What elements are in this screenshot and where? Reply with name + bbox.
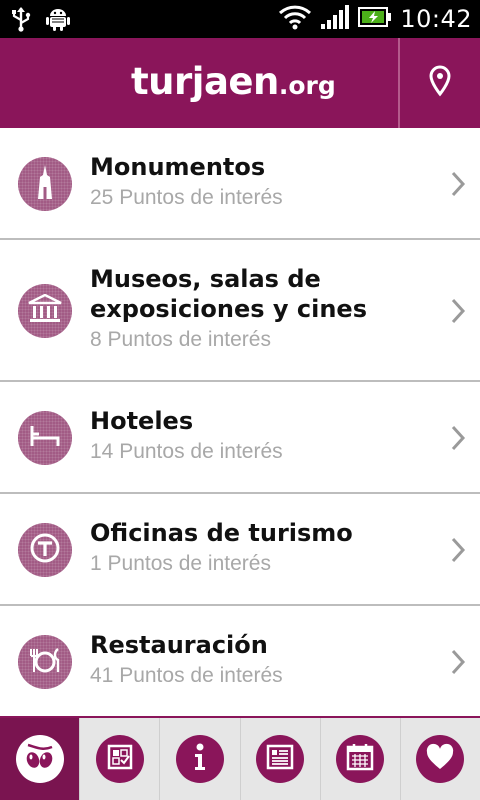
map-pin-icon bbox=[428, 65, 452, 101]
olives-icon bbox=[22, 741, 58, 777]
chevron-right-icon bbox=[451, 425, 466, 451]
chevron-right-icon bbox=[451, 649, 466, 675]
category-row-museos[interactable]: Museos, salas de exposiciones y cines 8 … bbox=[0, 240, 480, 382]
tab-icon-circle bbox=[175, 735, 224, 783]
tab-news[interactable] bbox=[239, 718, 320, 800]
tab-icon-circle bbox=[95, 735, 144, 783]
android-debug-icon bbox=[46, 6, 70, 36]
category-badge bbox=[18, 157, 72, 211]
category-badge bbox=[18, 411, 72, 465]
category-subtitle: 41 Puntos de interés bbox=[90, 664, 283, 687]
category-subtitle: 25 Puntos de interés bbox=[90, 186, 283, 209]
category-row-hoteles[interactable]: Hoteles 14 Puntos de interés bbox=[0, 382, 480, 494]
category-subtitle: 1 Puntos de interés bbox=[90, 552, 271, 575]
bottom-tab-bar bbox=[0, 716, 480, 800]
category-row-restauracion[interactable]: Restauración 41 Puntos de interés bbox=[0, 606, 480, 718]
category-badge bbox=[18, 284, 72, 338]
category-title-line2: exposiciones y cines bbox=[90, 295, 367, 323]
chevron-right-icon bbox=[451, 537, 466, 563]
app-logo: turjaen.org bbox=[131, 60, 336, 103]
tab-info[interactable] bbox=[159, 718, 239, 800]
category-subtitle: 8 Puntos de interés bbox=[90, 328, 271, 351]
category-badge bbox=[18, 635, 72, 689]
tab-checklist[interactable] bbox=[79, 718, 159, 800]
usb-icon bbox=[10, 6, 32, 36]
category-list: Monumentos 25 Puntos de interés Museos, … bbox=[0, 128, 480, 718]
tab-icon-circle bbox=[336, 735, 385, 783]
chevron-right-icon bbox=[451, 171, 466, 197]
heart-icon bbox=[425, 743, 455, 775]
logo-tld: .org bbox=[278, 71, 336, 100]
status-bar: 10:42 bbox=[0, 0, 480, 38]
category-row-monumentos[interactable]: Monumentos 25 Puntos de interés bbox=[0, 128, 480, 240]
tab-icon-circle bbox=[256, 735, 305, 783]
category-title: Oficinas de turismo bbox=[90, 519, 353, 547]
tab-home[interactable] bbox=[0, 718, 80, 800]
logo-main: turjaen bbox=[131, 60, 279, 103]
monument-icon bbox=[30, 163, 60, 205]
category-badge bbox=[18, 523, 72, 577]
category-title: Restauración bbox=[90, 631, 268, 659]
category-row-oficinas[interactable]: Oficinas de turismo 1 Puntos de interés bbox=[0, 494, 480, 606]
map-button[interactable] bbox=[400, 38, 480, 128]
tab-icon-circle bbox=[416, 735, 465, 783]
restaurant-icon bbox=[28, 646, 62, 678]
info-icon bbox=[192, 742, 208, 776]
tab-icon-circle bbox=[15, 735, 64, 783]
category-subtitle: 14 Puntos de interés bbox=[90, 440, 283, 463]
checklist-icon bbox=[106, 743, 134, 775]
tourist-office-icon bbox=[29, 532, 61, 568]
clock: 10:42 bbox=[400, 5, 472, 33]
category-title: Hoteles bbox=[90, 407, 194, 435]
calendar-icon bbox=[346, 743, 374, 775]
category-title-line1: Museos, salas de bbox=[90, 265, 321, 293]
wifi-icon bbox=[278, 4, 312, 34]
app-header: turjaen.org bbox=[0, 38, 480, 128]
signal-icon bbox=[320, 4, 350, 34]
category-title: Monumentos bbox=[90, 153, 266, 181]
chevron-right-icon bbox=[451, 298, 466, 324]
museum-icon bbox=[28, 293, 62, 328]
tab-favorites[interactable] bbox=[399, 718, 480, 800]
news-icon bbox=[266, 744, 294, 774]
tab-calendar[interactable] bbox=[319, 718, 400, 800]
battery-charging-icon bbox=[358, 6, 392, 32]
bed-icon bbox=[29, 424, 61, 452]
